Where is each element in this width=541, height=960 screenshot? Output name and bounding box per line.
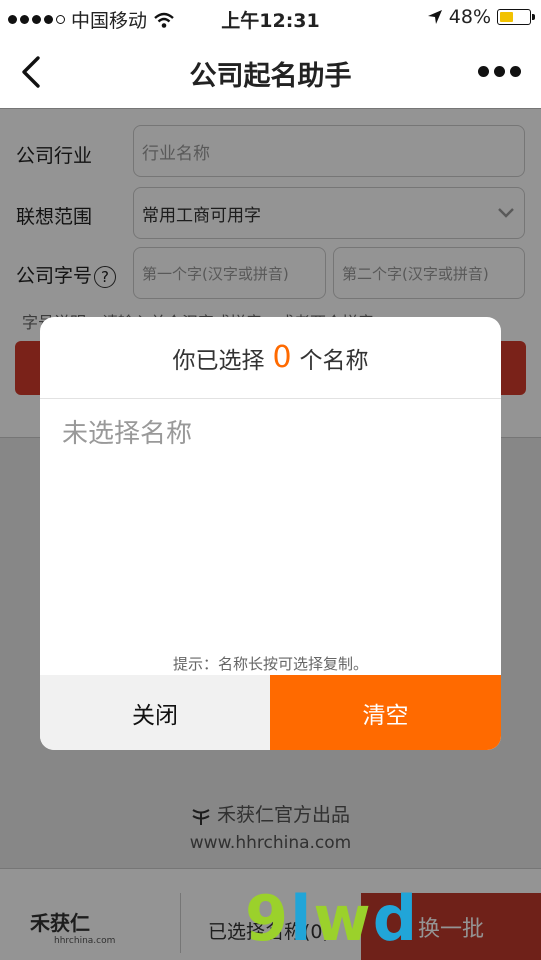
selection-dialog: 你已选择 0 个名称 未选择名称 提示：名称长按可选择复制。 关闭 清空 (40, 317, 501, 750)
status-right: 48% (427, 6, 535, 28)
nav-bar: 公司起名助手 (0, 36, 541, 108)
empty-state: 未选择名称 (62, 419, 193, 449)
copy-tip: 提示：名称长按可选择复制。 (172, 655, 368, 673)
dialog-title-prefix: 你已选择 (172, 347, 265, 374)
battery-percent: 48% (448, 6, 491, 28)
more-icon[interactable] (478, 66, 521, 77)
battery-level (500, 12, 514, 22)
selected-count: 0 (272, 340, 292, 375)
status-bar: 中国移动 上午12:31 48% (0, 0, 541, 36)
dialog-header: 你已选择 0 个名称 (40, 317, 501, 399)
page-title: 公司起名助手 (189, 61, 352, 92)
dialog-title-suffix: 个名称 (299, 347, 369, 374)
location-arrow-icon (427, 10, 442, 24)
battery-icon (497, 9, 535, 25)
close-button[interactable]: 关闭 (40, 675, 270, 750)
clear-button[interactable]: 清空 (270, 675, 501, 750)
watermark-logo: 9lwd (245, 882, 418, 955)
